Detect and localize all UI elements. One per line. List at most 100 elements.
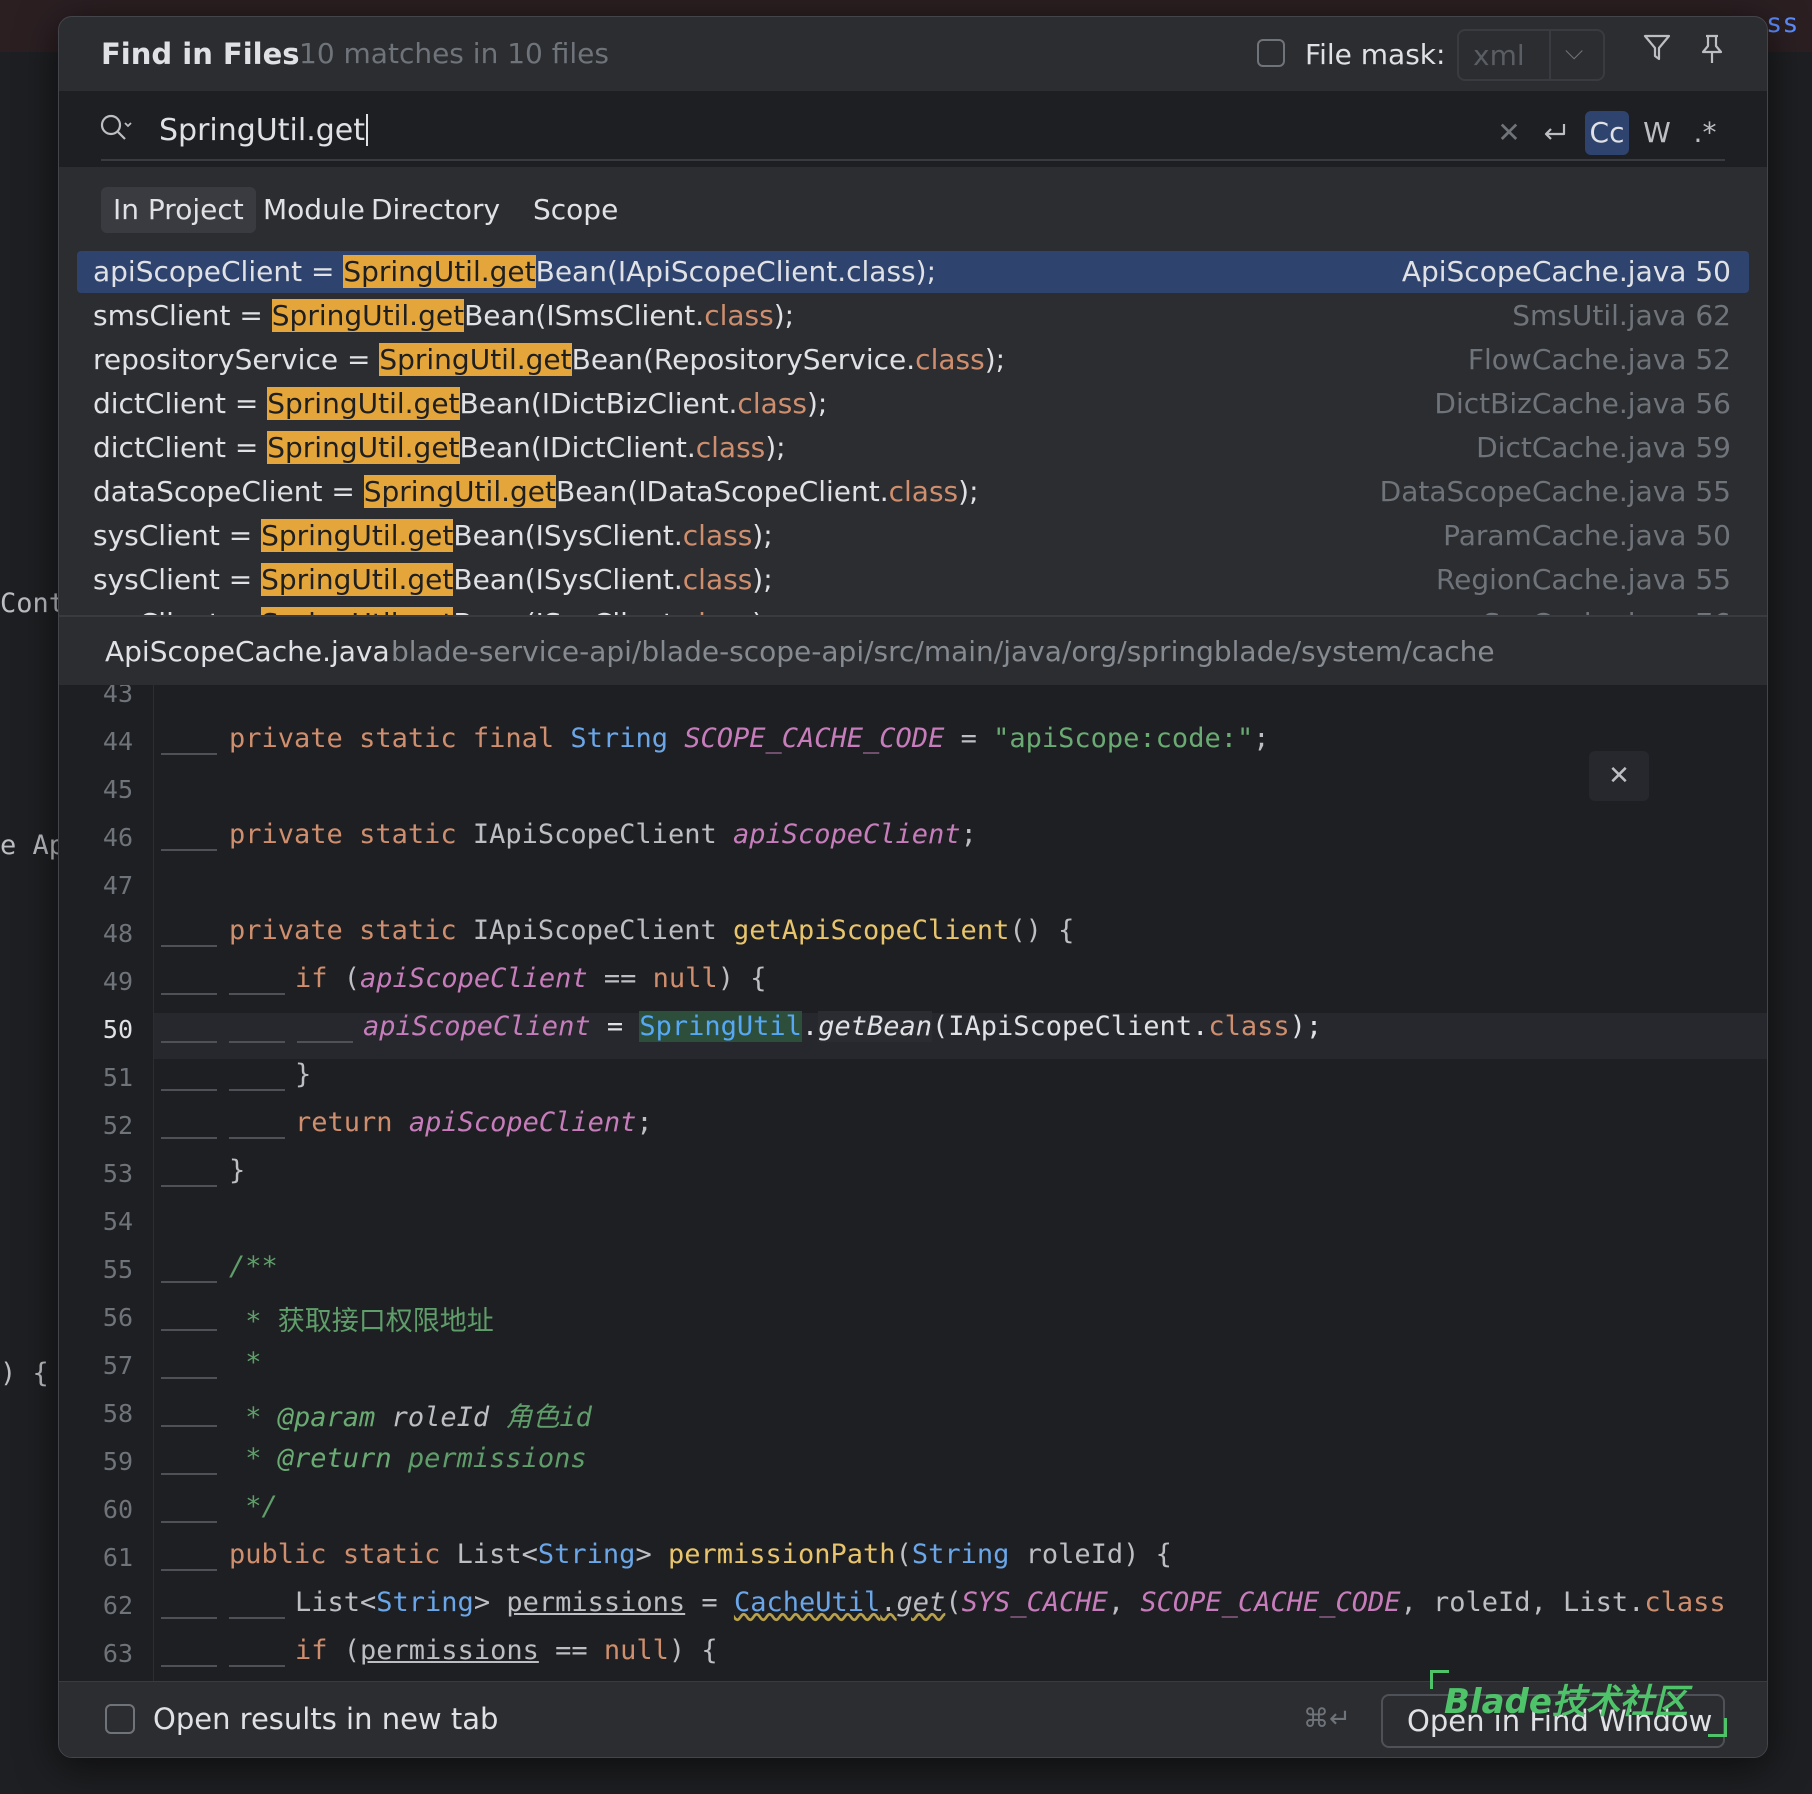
results-list[interactable]: apiScopeClient = SpringUtil.getBean(IApi… [59,233,1767,623]
result-code: dictClient = SpringUtil.getBean(IDictBiz… [93,383,827,425]
result-code: sysClient = SpringUtil.getBean(ISysClien… [93,559,773,601]
code-line-51: } [295,1059,312,1090]
scope-tabs: In Project Module Directory Scope [59,167,1767,241]
file-mask-value: xml [1473,39,1525,72]
result-text: sysClient = [93,563,262,596]
result-file-location: DictBizCache.java 56 [1434,387,1731,420]
result-row[interactable]: dataScopeClient = SpringUtil.getBean(IDa… [77,471,1749,513]
code-line-55: /** [229,1251,278,1282]
result-code: repositoryService = SpringUtil.getBean(R… [93,339,1005,381]
result-text: class [888,475,959,508]
result-file-location: ApiScopeCache.java 50 [1401,255,1731,288]
code-line-63: if (permissions == null) { [295,1635,718,1666]
result-text: class [915,343,985,376]
indent-guide [229,993,285,995]
file-mask-separator [1549,31,1551,79]
result-text: ); [984,343,1006,376]
indent-guide [161,1281,217,1283]
result-text: ); [806,387,828,420]
result-text: Bean(IDictBizClient. [459,387,738,420]
result-row[interactable]: sysClient = SpringUtil.getBean(ISysClien… [77,515,1749,557]
newline-icon[interactable] [1533,111,1577,155]
line-number: 44 [102,727,133,756]
line-number: 50 [102,1015,133,1044]
result-row[interactable]: sysClient = SpringUtil.getBean(ISysClien… [77,559,1749,601]
indent-guide [161,945,217,947]
open-new-tab-checkbox[interactable] [105,1704,135,1734]
indent-guide [161,1425,217,1427]
shortcut-hint: ⌘↵ [1303,1704,1351,1734]
line-number: 53 [102,1159,133,1188]
file-mask-label: File mask: [1305,38,1446,71]
result-row[interactable]: dictClient = SpringUtil.getBean(IDictBiz… [77,383,1749,425]
dialog-header[interactable]: Find in Files 10 matches in 10 files Fil… [59,17,1767,91]
preview-file-name: ApiScopeCache.java [105,635,390,668]
code-line-58: * @param roleId 角色id [229,1402,592,1433]
result-text: class [682,563,753,596]
search-icon[interactable] [99,113,133,151]
code-line-56: * 获取接口权限地址 [229,1306,494,1337]
regex-toggle[interactable]: .* [1685,111,1725,155]
result-code: sysClient = SpringUtil.getBean(ISysClien… [93,515,773,557]
result-text: dataScopeClient = [93,475,364,508]
match-highlight: SpringUtil.get [261,519,454,552]
clear-icon[interactable]: ✕ [1489,111,1529,155]
code-line-49: if (apiScopeClient == null) { [295,963,767,994]
file-mask-input[interactable]: xml ⌵ [1457,29,1605,81]
tab-in-project[interactable]: In Project [101,187,256,233]
words-toggle[interactable]: W [1637,111,1677,155]
indent-guide [161,1473,217,1475]
code-line-46: private static IApiScopeClient apiScopeC… [229,819,977,850]
code-line-59: * @return permissions [229,1443,587,1474]
line-number: 54 [102,1207,133,1236]
line-number: 48 [102,919,133,948]
result-text: ); [958,475,979,508]
line-number: 59 [102,1447,133,1476]
line-number: 51 [102,1063,133,1092]
indent-guide [161,1521,217,1523]
close-icon[interactable]: ✕ [1589,751,1649,801]
indent-guide [229,1665,285,1667]
chevron-down-icon[interactable]: ⌵ [1565,37,1583,65]
result-row[interactable]: repositoryService = SpringUtil.getBean(R… [77,339,1749,381]
result-text: ); [752,519,773,552]
result-text: Bean(ISysClient. [453,563,683,596]
code-line-48: private static IApiScopeClient getApiSco… [229,915,1075,946]
background-link-fragment: ss fi [1766,8,1799,39]
result-text: Bean(IApiScopeClient. [535,255,847,288]
file-mask-checkbox[interactable] [1257,39,1285,67]
indent-guide [229,1617,285,1619]
match-highlight: SpringUtil.get [363,475,556,508]
code-line-60: */ [229,1491,278,1522]
tab-module[interactable]: Module [251,187,377,233]
match-case-toggle[interactable]: Cc [1585,111,1629,155]
tab-scope[interactable]: Scope [521,187,630,233]
line-number: 58 [102,1399,133,1428]
match-count: 10 matches in 10 files [299,37,609,70]
result-file-location: DictCache.java 59 [1476,431,1731,464]
line-number: 46 [102,823,133,852]
pin-icon[interactable] [1699,33,1725,73]
indent-guide [161,1665,217,1667]
result-text: ); [773,299,795,332]
result-text: Bean(IDataScopeClient. [555,475,889,508]
result-row[interactable]: apiScopeClient = SpringUtil.getBean(IApi… [77,251,1749,293]
result-row[interactable]: dictClient = SpringUtil.getBean(IDictCli… [77,427,1749,469]
result-text: smsClient = [93,299,272,332]
indent-guide [229,1041,285,1043]
line-number: 61 [102,1543,133,1572]
preview-file-header: ApiScopeCache.java blade-service-api/bla… [59,617,1767,685]
code-preview[interactable]: 43 44 45 46 47 48 49 50 51 52 53 54 55 56 57 58 59 60 61 62… [59,685,1767,1681]
indent-guide [161,1377,217,1379]
result-row[interactable]: smsClient = SpringUtil.getBean(ISmsClien… [77,295,1749,337]
search-input[interactable]: SpringUtil.get [159,113,369,148]
code-line-53: } [229,1155,246,1186]
divider [101,159,1725,161]
result-text: class [737,387,807,420]
line-number: 63 [102,1639,133,1668]
filter-icon[interactable] [1643,33,1671,71]
tab-directory[interactable]: Directory [359,187,512,233]
result-text: sysClient = [93,519,262,552]
text-caret [366,114,369,146]
open-new-tab-label[interactable]: Open results in new tab [153,1702,498,1736]
